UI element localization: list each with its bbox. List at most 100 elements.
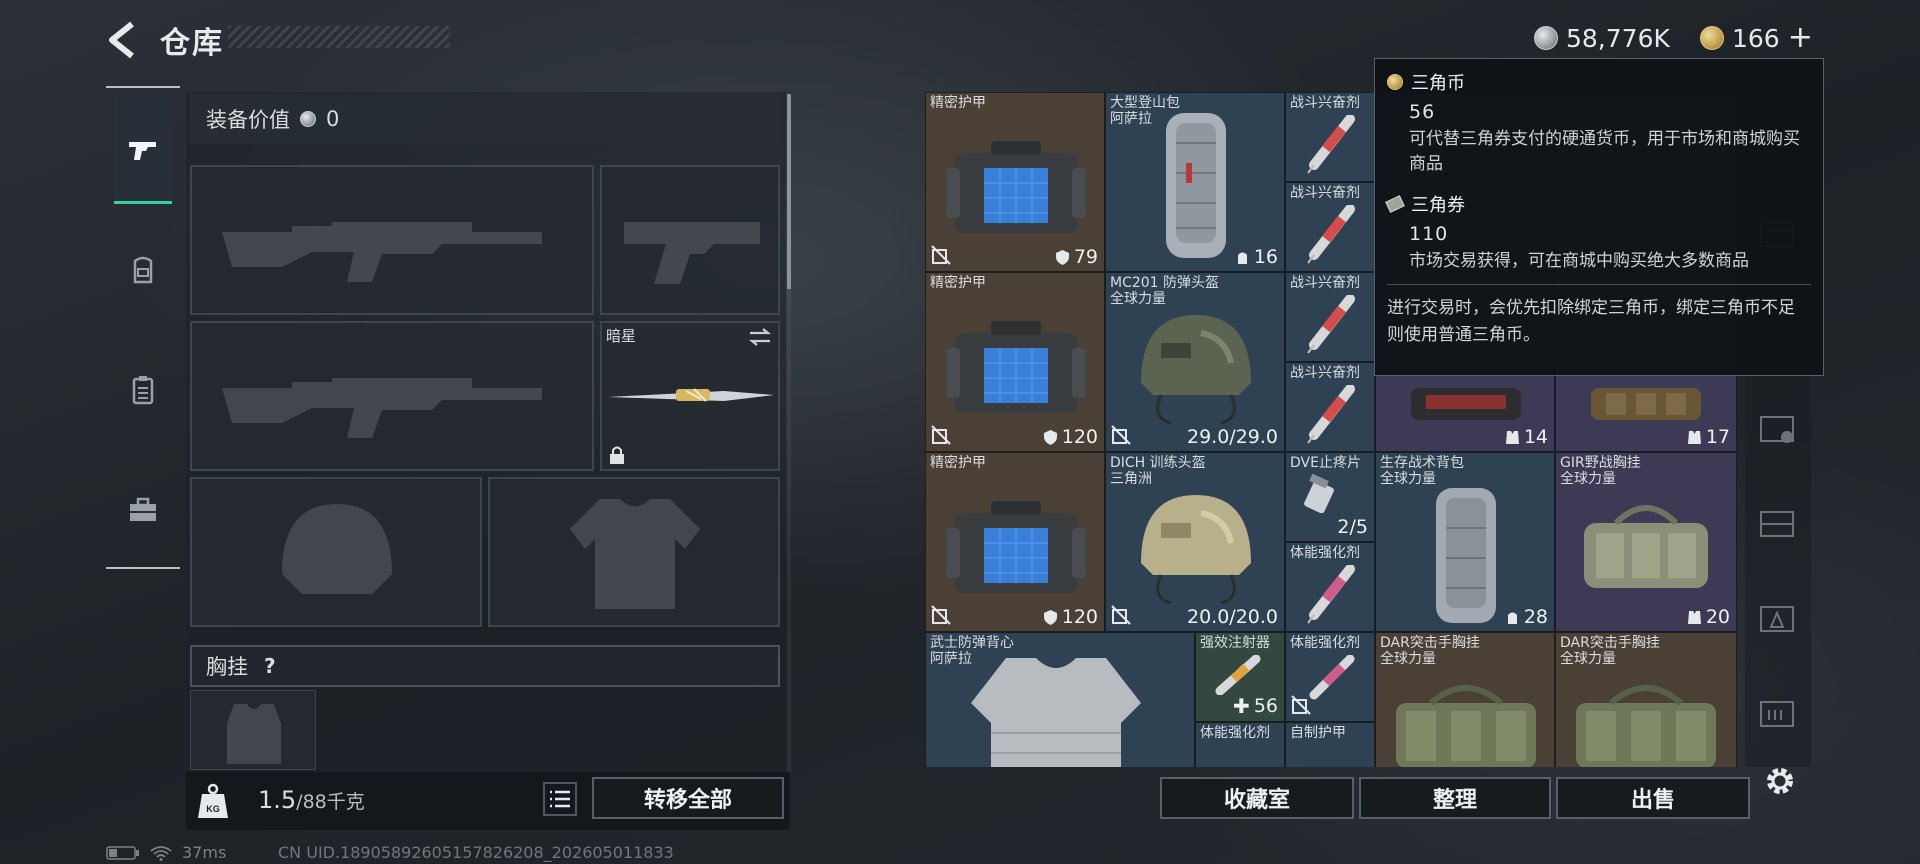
durability: 29.0/29.0 xyxy=(1186,426,1278,448)
title-decoration xyxy=(228,26,450,48)
tab-supplies[interactable] xyxy=(114,456,172,564)
svg-text:KG: KG xyxy=(206,804,220,814)
grid-item-mc201-helmet[interactable]: MC201 防弹头盔 全球力量 29.0/29.0 xyxy=(1105,272,1285,452)
armor-case-icon xyxy=(946,141,1086,233)
pistol-silhouette-icon xyxy=(624,222,760,284)
shield-icon xyxy=(1055,249,1069,265)
grid-item-stamina-booster[interactable]: 体能强化剂 xyxy=(1285,542,1375,632)
chest-rig-slot[interactable] xyxy=(190,690,316,770)
swap-icon[interactable] xyxy=(748,327,772,347)
grid-item-strong-injector[interactable]: 强效注射器 ✚ 56 xyxy=(1195,632,1285,722)
grid-item-samurai-vest[interactable]: 武士防弹背心 阿萨拉 xyxy=(925,632,1195,767)
stash-tab-icon[interactable] xyxy=(1755,407,1799,451)
weight-max: /88千克 xyxy=(296,791,365,813)
stash-tab-icon[interactable] xyxy=(1755,597,1799,641)
list-icon xyxy=(550,790,570,808)
item-name: 体能强化剂 xyxy=(1200,725,1270,741)
vest-icon xyxy=(971,658,1141,767)
help-icon[interactable]: ? xyxy=(264,654,276,678)
clipboard-icon xyxy=(132,376,154,405)
grid-item-combat-stimulant[interactable]: 战斗兴奋剂 xyxy=(1285,272,1375,362)
bound-item-icon xyxy=(1111,425,1131,445)
triangle-coin-icon xyxy=(1387,74,1403,90)
list-view-button[interactable] xyxy=(543,782,577,816)
grid-item-homemade-armor[interactable]: 自制护甲 xyxy=(1285,722,1375,767)
settings-gear-icon[interactable] xyxy=(1762,763,1798,799)
item-name: 体能强化剂 xyxy=(1290,545,1360,561)
primary-weapon-slot[interactable] xyxy=(190,165,594,315)
collection-room-button[interactable]: 收藏室 xyxy=(1160,777,1354,819)
tooltip-note: 进行交易时，会优先扣除绑定三角币，绑定三角币不足则使用普通三角币。 xyxy=(1387,298,1795,345)
item-name: MC201 防弹头盔 xyxy=(1110,275,1220,291)
grid-item-stamina-booster[interactable]: 体能强化剂 xyxy=(1195,722,1285,767)
durability: 120 xyxy=(1043,606,1098,628)
pistol-slot[interactable] xyxy=(600,165,780,315)
backpack-icon xyxy=(133,256,153,284)
item-name: 生存战术背包 xyxy=(1380,455,1464,471)
armor-silhouette-icon xyxy=(570,499,700,609)
item-name: 精密护甲 xyxy=(930,95,986,111)
stash-tab-icon[interactable] xyxy=(1755,692,1799,736)
item-name: 自制护甲 xyxy=(1290,725,1346,741)
stash-tab-icon[interactable] xyxy=(1755,502,1799,546)
melee-item-name: 暗星 xyxy=(606,327,637,345)
melee-slot[interactable]: 暗星 xyxy=(600,321,780,471)
grid-item-large-backpack[interactable]: 大型登山包 阿萨拉 16 xyxy=(1105,92,1285,272)
grid-item-precision-armor[interactable]: 精密护甲 120 xyxy=(925,452,1105,632)
status-bar: 37ms xyxy=(106,843,226,862)
rig-icon xyxy=(1576,685,1716,767)
shield-icon xyxy=(1043,429,1057,445)
helmet-silhouette-icon xyxy=(282,504,392,594)
rig-icon xyxy=(1591,388,1701,420)
durability: 79 xyxy=(1055,246,1098,268)
grid-item-combat-stimulant[interactable]: 战斗兴奋剂 xyxy=(1285,362,1375,452)
capacity: 28 xyxy=(1505,606,1548,628)
secondary-weapon-slot[interactable] xyxy=(190,321,594,471)
triangle-coin-icon xyxy=(1700,26,1724,50)
grid-item-gir-rig[interactable]: GIR野战胸挂 全球力量 20 xyxy=(1555,452,1737,632)
sort-button[interactable]: 整理 xyxy=(1359,777,1551,819)
lock-icon xyxy=(610,446,624,464)
ping-value: 37ms xyxy=(182,843,227,862)
tab-backpack[interactable] xyxy=(114,216,172,324)
bag-icon xyxy=(1411,388,1521,420)
grid-item-combat-stimulant[interactable]: 战斗兴奋剂 xyxy=(1285,182,1375,272)
grid-item-dar-rig[interactable]: DAR突击手胸挂 全球力量 xyxy=(1555,632,1737,767)
item-origin: 阿萨拉 xyxy=(1110,111,1152,127)
coin-description: 可代替三角券支付的硬通货币，用于市场和商城购买商品 xyxy=(1409,129,1800,174)
transfer-all-button[interactable]: 转移全部 xyxy=(592,777,784,819)
helmet-slot[interactable] xyxy=(190,477,482,627)
helmet-icon xyxy=(1141,315,1251,425)
knife-icon xyxy=(608,388,774,402)
sell-button[interactable]: 出售 xyxy=(1556,777,1750,819)
grid-item-precision-armor[interactable]: 精密护甲 120 xyxy=(925,272,1105,452)
grid-item-painkiller[interactable]: DVE止疼片 2/5 xyxy=(1285,452,1375,542)
grid-item-combat-stimulant[interactable]: 战斗兴奋剂 xyxy=(1285,92,1375,182)
medical-plus-icon: ✚ xyxy=(1233,694,1250,718)
item-name: GIR野战胸挂 xyxy=(1560,455,1641,471)
quantity: 2/5 xyxy=(1337,516,1368,538)
tab-gear[interactable] xyxy=(114,336,172,444)
silver-coin-icon xyxy=(300,111,316,127)
scrollbar-thumb[interactable] xyxy=(787,94,791,289)
gold-currency[interactable]: 166 + xyxy=(1700,22,1813,54)
currency-tooltip: 三角币 56 可代替三角券支付的硬通货币，用于市场和商城购买商品 三角券 110… xyxy=(1374,58,1824,376)
syringe-icon xyxy=(1307,205,1355,264)
item-name: 强效注射器 xyxy=(1200,635,1270,651)
capacity: 20 xyxy=(1687,606,1730,628)
back-arrow-icon[interactable] xyxy=(104,20,144,60)
tab-weapons[interactable] xyxy=(114,96,172,204)
item-name: 战斗兴奋剂 xyxy=(1290,185,1360,201)
grid-item-stamina-booster[interactable]: 体能强化剂 xyxy=(1285,632,1375,722)
grid-item-dich-helmet[interactable]: DICH 训练头盔 三角洲 20.0/20.0 xyxy=(1105,452,1285,632)
add-currency-button[interactable]: + xyxy=(1788,23,1813,53)
grid-item-precision-armor[interactable]: 精密护甲 79 xyxy=(925,92,1105,272)
grid-item-survival-pack[interactable]: 生存战术背包 全球力量 28 xyxy=(1375,452,1555,632)
equipment-value-label: 装备价值 xyxy=(206,108,290,132)
armor-slot[interactable] xyxy=(488,477,780,627)
equipment-value: 0 xyxy=(326,107,340,131)
pill-bottle-icon xyxy=(1304,473,1334,513)
grid-item-dar-rig[interactable]: DAR突击手胸挂 全球力量 xyxy=(1375,632,1555,767)
weight-icon: KG xyxy=(198,783,228,818)
helmet-icon xyxy=(1141,495,1251,605)
